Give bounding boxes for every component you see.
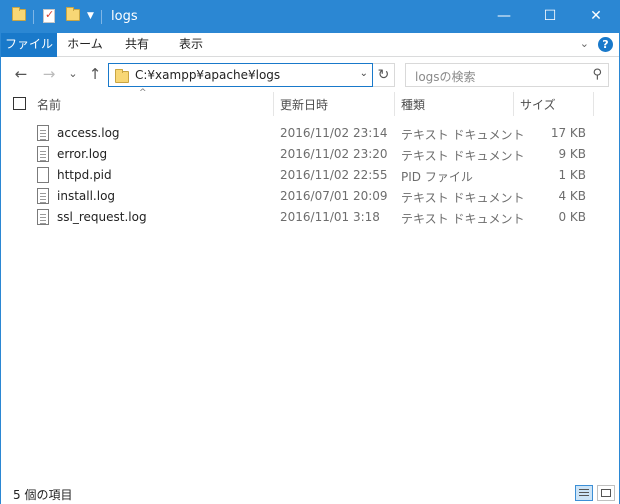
forward-arrow-icon[interactable]: → (39, 64, 59, 84)
recent-locations-icon[interactable]: ⌄ (63, 64, 83, 84)
search-box[interactable]: logsの検索 ⚲ (405, 63, 609, 87)
column-divider[interactable] (394, 92, 395, 116)
help-icon[interactable]: ? (598, 37, 613, 52)
navigation-bar: ← → ⌄ ↑ C:¥xampp¥apache¥logs ⌄ ↻ logsの検索… (1, 58, 619, 92)
details-view-icon (579, 489, 589, 490)
blank-file-icon (37, 167, 49, 183)
file-name[interactable]: install.log (57, 189, 115, 203)
file-row[interactable]: httpd.pid 2016/11/02 22:55 PID ファイル 1 KB (1, 165, 619, 186)
folder-icon (115, 69, 129, 83)
file-modified: 2016/11/02 23:14 (280, 126, 388, 140)
sort-indicator-icon: ^ (139, 88, 147, 98)
file-name[interactable]: ssl_request.log (57, 210, 147, 224)
properties-icon[interactable] (43, 8, 55, 25)
file-size: 0 KB (558, 210, 586, 224)
item-count: 5 個の項目 (13, 488, 73, 502)
explorer-window: ▼ logs — ☐ ✕ ファイル ホーム 共有 表示 ⌄ ? ← → ⌄ ↑ … (0, 0, 620, 504)
text-file-icon (37, 188, 49, 204)
details-view-button[interactable] (575, 485, 593, 501)
close-button[interactable]: ✕ (573, 1, 619, 33)
file-size: 1 KB (558, 168, 586, 182)
title-bar: ▼ logs — ☐ ✕ (1, 1, 619, 33)
tab-file[interactable]: ファイル (1, 33, 57, 57)
column-header: ^ 名前 更新日時 種類 サイズ (1, 88, 619, 116)
quick-access-dropdown-icon[interactable]: ▼ (87, 11, 94, 27)
text-file-icon (37, 146, 49, 162)
up-arrow-icon[interactable]: ↑ (85, 64, 105, 84)
file-type: テキスト ドキュメント (401, 212, 525, 226)
large-icons-view-icon (601, 489, 611, 497)
file-row[interactable]: ssl_request.log 2016/11/01 3:18 テキスト ドキュ… (1, 207, 619, 228)
select-all-checkbox[interactable] (13, 97, 26, 110)
file-modified: 2016/07/01 20:09 (280, 189, 388, 203)
file-row[interactable]: access.log 2016/11/02 23:14 テキスト ドキュメント … (1, 123, 619, 144)
file-name[interactable]: httpd.pid (57, 168, 112, 182)
address-dropdown-icon[interactable]: ⌄ (360, 68, 368, 79)
search-icon[interactable]: ⚲ (592, 67, 602, 82)
text-file-icon (37, 125, 49, 141)
status-bar: 5 個の項目 (1, 482, 619, 504)
file-size: 9 KB (558, 147, 586, 161)
file-modified: 2016/11/02 23:20 (280, 147, 388, 161)
large-icons-view-button[interactable] (597, 485, 615, 501)
toolbar-separator (33, 10, 34, 24)
file-modified: 2016/11/02 22:55 (280, 168, 388, 182)
window-title: logs (111, 9, 138, 24)
column-type[interactable]: 種類 (401, 96, 425, 113)
tab-home[interactable]: ホーム (61, 33, 109, 57)
address-path[interactable]: C:¥xampp¥apache¥logs (135, 68, 280, 82)
tab-view[interactable]: 表示 (169, 33, 213, 57)
column-size[interactable]: サイズ (520, 96, 556, 113)
ribbon-expand-icon[interactable]: ⌄ (580, 37, 589, 50)
column-modified[interactable]: 更新日時 (280, 96, 328, 113)
file-name[interactable]: access.log (57, 126, 120, 140)
file-name[interactable]: error.log (57, 147, 107, 161)
address-bar[interactable]: C:¥xampp¥apache¥logs ⌄ (108, 63, 373, 87)
file-type: テキスト ドキュメント (401, 149, 525, 163)
file-size: 4 KB (558, 189, 586, 203)
refresh-button[interactable]: ↻ (373, 63, 395, 87)
file-row[interactable]: error.log 2016/11/02 23:20 テキスト ドキュメント 9… (1, 144, 619, 165)
folder-icon (12, 7, 26, 25)
ribbon-tabs: ファイル ホーム 共有 表示 ⌄ ? (1, 33, 619, 57)
tab-share[interactable]: 共有 (117, 33, 157, 57)
file-type: PID ファイル (401, 170, 473, 184)
file-row[interactable]: install.log 2016/07/01 20:09 テキスト ドキュメント… (1, 186, 619, 207)
minimize-button[interactable]: — (481, 1, 527, 33)
file-type: テキスト ドキュメント (401, 191, 525, 205)
toolbar-separator (101, 10, 102, 24)
search-input[interactable]: logsの検索 (415, 68, 476, 85)
file-type: テキスト ドキュメント (401, 128, 525, 142)
back-arrow-icon[interactable]: ← (11, 64, 31, 84)
column-name[interactable]: 名前 (37, 96, 61, 113)
file-size: 17 KB (550, 126, 586, 140)
new-folder-icon[interactable] (66, 7, 80, 25)
file-modified: 2016/11/01 3:18 (280, 210, 380, 224)
column-divider[interactable] (273, 92, 274, 116)
text-file-icon (37, 209, 49, 225)
maximize-button[interactable]: ☐ (527, 1, 573, 33)
column-divider[interactable] (513, 92, 514, 116)
column-divider[interactable] (593, 92, 594, 116)
